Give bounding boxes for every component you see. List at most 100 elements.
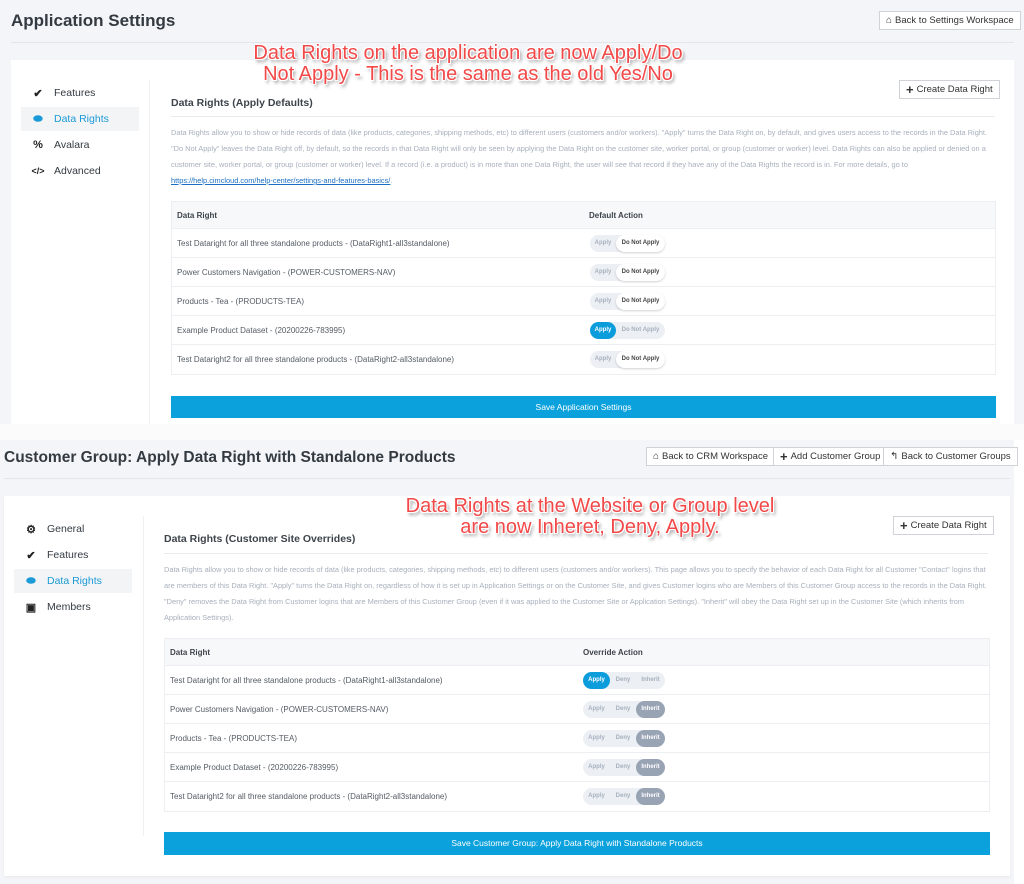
action-toggle[interactable]: Apply Do Not Apply [590,264,665,281]
back-to-settings-workspace-button[interactable]: ⌂ Back to Settings Workspace [879,11,1021,30]
application-settings-screenshot: Application Settings ⌂ Back to Settings … [0,0,1024,424]
toggle-option-apply[interactable]: Apply [590,264,616,281]
table-row: Products - Tea - (PRODUCTS-TEA) Apply Deny… [165,724,989,753]
description: Data Rights allow you to show or hide re… [171,128,988,185]
table-row: Test Dataright for all three standalone … [172,229,995,258]
plus-icon: + [900,518,908,533]
sidebar-item-label: Avalara [54,139,90,151]
column-header-override-action: Override Action [583,648,643,657]
toggle-option-do-not-apply[interactable]: Do Not Apply [616,351,665,368]
toggle-option-apply[interactable]: Apply [590,322,616,339]
save-customer-group-button[interactable]: Save Customer Group: Apply Data Right wi… [164,832,990,855]
home-icon: ⌂ [886,15,893,26]
toggle-option-deny[interactable]: Deny [610,759,636,776]
section-divider [171,116,995,117]
toggle-option-inherit[interactable]: Inherit [636,759,665,776]
sidebar-item-label: Features [54,87,96,99]
table-row: Power Customers Navigation - (POWER-CUST… [172,258,995,287]
toggle-option-deny[interactable]: Deny [610,788,636,805]
sidebar-item-members[interactable]: ▣ Members [14,595,132,619]
section-title: Data Rights (Apply Defaults) [171,97,313,109]
settings-card: Data Rights (Customer Site Overrides) + … [4,496,1010,876]
table-row: Power Customers Navigation - (POWER-CUST… [165,695,989,724]
customer-group-screenshot: Customer Group: Apply Data Right with St… [0,440,1018,884]
data-right-name: Test Dataright2 for all three standalone… [170,792,448,801]
annotation-callout: Data Rights at the Website or Group leve… [380,496,800,538]
toggle-option-apply[interactable]: Apply [583,759,610,776]
toggle-option-apply[interactable]: Apply [583,672,610,689]
annotation-line: Data Rights on the application are now A… [253,42,683,64]
action-toggle[interactable]: Apply Deny Inherit [583,701,665,718]
toggle-option-apply[interactable]: Apply [583,788,610,805]
database-icon: ⬬ [33,112,43,125]
button-label: Create Data Right [916,84,993,95]
create-data-right-button[interactable]: + Create Data Right [893,516,994,535]
sidebar-item-label: Advanced [54,165,101,177]
toggle-option-deny[interactable]: Deny [610,730,636,747]
action-toggle[interactable]: Apply Deny Inherit [583,730,665,747]
toggle-option-inherit[interactable]: Inherit [636,730,665,747]
sidebar-item-data-rights[interactable]: ⬬ Data Rights [21,107,139,131]
double-check-icon: ✔ [26,549,36,562]
toggle-option-do-not-apply[interactable]: Do Not Apply [616,235,665,252]
toggle-option-deny[interactable]: Deny [610,672,636,689]
action-toggle[interactable]: Apply Do Not Apply [590,235,665,252]
data-right-name: Power Customers Navigation - (POWER-CUST… [170,705,389,714]
save-application-settings-button[interactable]: Save Application Settings [171,396,996,418]
action-toggle[interactable]: Apply Deny Inherit [583,788,665,805]
action-toggle[interactable]: Apply Deny Inherit [583,672,665,689]
table-row: Test Dataright2 for all three standalone… [172,345,995,374]
description: Data Rights allow you to show or hide re… [164,565,987,622]
data-right-name: Test Dataright for all three standalone … [177,239,450,248]
toggle-option-deny[interactable]: Deny [610,701,636,718]
action-toggle[interactable]: Apply Do Not Apply [590,293,665,310]
back-to-crm-workspace-button[interactable]: ⌂ Back to CRM Workspace [646,447,775,466]
action-toggle[interactable]: Apply Do Not Apply [590,351,665,368]
toggle-option-apply[interactable]: Apply [590,351,616,368]
table-row: Test Dataright for all three standalone … [165,666,989,695]
toggle-option-inherit[interactable]: Inherit [636,672,665,689]
page-title: Customer Group: Apply Data Right with St… [4,449,456,466]
add-customer-group-button[interactable]: + Add Customer Group [773,447,888,466]
column-header-data-right: Data Right [177,211,217,220]
back-to-customer-groups-button[interactable]: ↰ Back to Customer Groups [883,447,1018,466]
data-right-name: Power Customers Navigation - (POWER-CUST… [177,268,396,277]
toggle-option-do-not-apply[interactable]: Do Not Apply [616,293,665,310]
section-divider [164,553,988,554]
table-row: Example Product Dataset - (20200226-7839… [165,753,989,782]
toggle-option-apply[interactable]: Apply [583,730,610,747]
sidebar-item-avalara[interactable]: % Avalara [21,133,139,157]
action-toggle[interactable]: Apply Do Not Apply [590,322,665,339]
sidebar-item-features[interactable]: ✔ Features [14,543,132,567]
toggle-option-apply[interactable]: Apply [590,235,616,252]
toggle-option-do-not-apply[interactable]: Do Not Apply [616,322,665,339]
button-label: Create Data Right [910,520,987,531]
toggle-option-do-not-apply[interactable]: Do Not Apply [616,264,665,281]
table-header: Data Right Default Action [172,202,995,229]
annotation-line: Data Rights at the Website or Group leve… [405,495,775,517]
data-right-name: Example Product Dataset - (20200226-7839… [177,326,346,335]
create-data-right-button[interactable]: + Create Data Right [899,80,1000,99]
action-toggle[interactable]: Apply Deny Inherit [583,759,665,776]
toggle-option-inherit[interactable]: Inherit [636,701,665,718]
double-check-icon: ✔ [33,87,43,100]
sidebar-item-data-rights[interactable]: ⬬ Data Rights [14,569,132,593]
toggle-option-inherit[interactable]: Inherit [636,788,665,805]
data-right-name: Test Dataright for all three standalone … [170,676,443,685]
column-header-default-action: Default Action [589,211,643,220]
sidebar-item-advanced[interactable]: </> Advanced [21,159,139,183]
button-label: Add Customer Group [790,451,881,462]
toggle-option-apply[interactable]: Apply [583,701,610,718]
annotation-line: Not Apply - This is the same as the old … [263,63,673,85]
section-title: Data Rights (Customer Site Overrides) [164,533,356,545]
contact-card-icon: ▣ [25,601,37,614]
cogs-icon: ⚙ [26,523,36,536]
button-label: Back to Customer Groups [901,451,1011,462]
plus-icon: + [906,82,914,97]
sidebar-item-features[interactable]: ✔ Features [21,81,139,105]
button-label: Back to Settings Workspace [895,15,1014,26]
sidebar-item-general[interactable]: ⚙ General [14,517,132,541]
sidebar-item-label: Data Rights [54,113,109,125]
toggle-option-apply[interactable]: Apply [590,293,616,310]
help-link[interactable]: https://help.cimcloud.com/help-center/se… [171,176,390,185]
